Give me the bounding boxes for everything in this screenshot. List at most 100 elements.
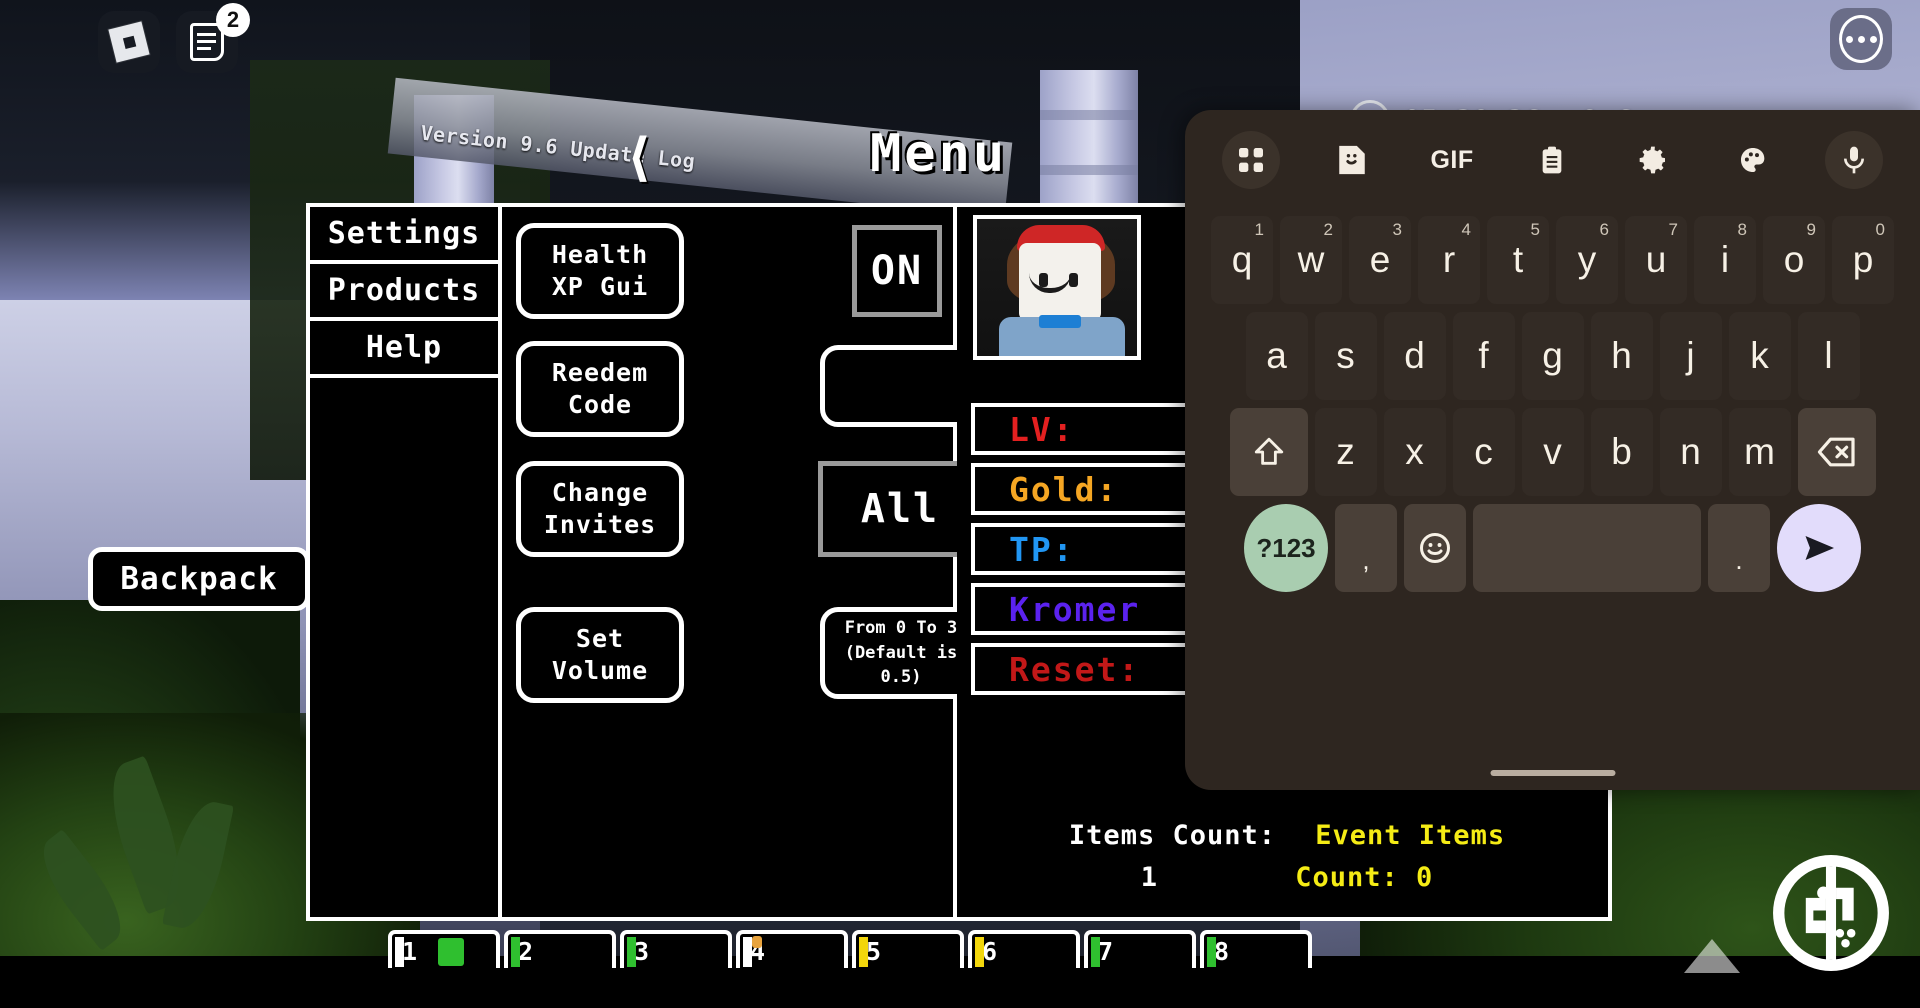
symbols-key[interactable]: ?123: [1244, 504, 1328, 592]
key-o-sup: 9: [1806, 220, 1816, 239]
hotbar-slot[interactable]: 3: [620, 930, 732, 968]
set-volume-label2: Volume: [551, 656, 649, 685]
update-logs-button[interactable]: 2: [176, 3, 250, 73]
key-w[interactable]: w 2: [1280, 216, 1342, 304]
key-f[interactable]: f: [1452, 312, 1515, 400]
key-m[interactable]: m: [1728, 408, 1791, 496]
change-invites-label: Change: [551, 478, 649, 507]
microphone-icon[interactable]: [1824, 131, 1883, 189]
settings-gear-icon[interactable]: [1624, 131, 1682, 189]
key-i[interactable]: i 8: [1694, 216, 1756, 304]
key-d[interactable]: d: [1383, 312, 1446, 400]
avatar: [973, 215, 1141, 360]
key-r[interactable]: r 4: [1418, 216, 1480, 304]
palette-icon[interactable]: [1724, 131, 1782, 189]
hotbar-slot[interactable]: 4: [736, 930, 848, 968]
slot-number: 7: [1098, 936, 1114, 966]
key-p[interactable]: p 0: [1832, 216, 1894, 304]
grid-icon[interactable]: [1222, 131, 1281, 189]
emoji-icon[interactable]: [1404, 504, 1466, 592]
space-key[interactable]: [1473, 504, 1701, 592]
key-g[interactable]: g: [1521, 312, 1584, 400]
redeem-code-label: Reedem: [551, 358, 649, 387]
key-q-sup: 1: [1254, 220, 1264, 239]
health-xp-gui-button[interactable]: Health XP Gui: [516, 223, 684, 319]
keyboard-toolbar: GIF: [1185, 110, 1920, 210]
event-items-label: Event Items: [1315, 820, 1506, 851]
key-k[interactable]: k: [1728, 312, 1791, 400]
key-l[interactable]: l: [1797, 312, 1860, 400]
keyboard-row-1: q 1 w 2 e 3 r 4 t 5 y 6 u 7 i 8 o 9 p 0: [1185, 216, 1920, 304]
key-r-sup: 4: [1461, 220, 1471, 239]
hotbar-slot[interactable]: 7: [1084, 930, 1196, 968]
sticker-icon[interactable]: [1323, 131, 1381, 189]
stat-label-gold: Gold:: [1009, 469, 1119, 509]
jump-button[interactable]: [1684, 939, 1740, 973]
stat-label-tp: TP:: [1009, 529, 1075, 569]
send-icon[interactable]: [1777, 504, 1861, 592]
hotbar: 1 2 3 4 5 6 7 8: [388, 930, 1316, 968]
redeem-code-button[interactable]: Reedem Code: [516, 341, 684, 437]
health-xp-gui-label: Health: [551, 240, 649, 269]
sidebar-item-settings[interactable]: Settings: [310, 207, 498, 264]
key-t-label: t: [1512, 239, 1524, 280]
key-h[interactable]: h: [1590, 312, 1653, 400]
roblox-home-button[interactable]: [98, 11, 160, 73]
hotbar-slot[interactable]: 2: [504, 930, 616, 968]
key-w-label: w: [1297, 239, 1325, 280]
key-s[interactable]: s: [1314, 312, 1377, 400]
key-a[interactable]: a: [1245, 312, 1308, 400]
key-x[interactable]: x: [1383, 408, 1446, 496]
back-chevron-icon[interactable]: ⟨: [624, 128, 655, 188]
key-b[interactable]: b: [1590, 408, 1653, 496]
slot-bar: [859, 937, 868, 967]
slot-item-icon: [438, 938, 464, 966]
hotbar-slot[interactable]: 5: [852, 930, 964, 968]
redeem-code-label2: Code: [567, 390, 633, 419]
backpack-button[interactable]: Backpack: [88, 547, 310, 611]
sidebar-item-help[interactable]: Help: [310, 321, 498, 378]
key-t[interactable]: t 5: [1487, 216, 1549, 304]
key-c[interactable]: c: [1452, 408, 1515, 496]
comma-key[interactable]: ,: [1335, 504, 1397, 592]
hotbar-slot[interactable]: 6: [968, 930, 1080, 968]
health-xp-gui-value[interactable]: ON: [852, 225, 942, 317]
key-j[interactable]: j: [1659, 312, 1722, 400]
change-invites-button[interactable]: Change Invites: [516, 461, 684, 557]
gif-icon[interactable]: GIF: [1423, 131, 1481, 189]
key-v[interactable]: v: [1521, 408, 1584, 496]
sidebar-item-products[interactable]: Products: [310, 264, 498, 321]
redeem-code-input[interactable]: [820, 345, 980, 427]
slot-bar: [975, 937, 984, 967]
period-key[interactable]: .: [1708, 504, 1770, 592]
slot-number: 3: [634, 936, 650, 966]
slot-item-icon: [752, 936, 762, 948]
shift-icon[interactable]: [1229, 408, 1308, 496]
key-q[interactable]: q 1: [1211, 216, 1273, 304]
hotbar-slot[interactable]: 8: [1200, 930, 1312, 968]
key-e-sup: 3: [1392, 220, 1402, 239]
key-u-label: u: [1645, 239, 1667, 280]
slot-bar: [1207, 937, 1216, 967]
slot-number: 6: [982, 936, 998, 966]
keyboard-row-2: a s d f g h j k l: [1185, 312, 1920, 400]
keyboard-drag-handle[interactable]: [1490, 770, 1615, 776]
slot-bar: [743, 937, 752, 967]
key-e[interactable]: e 3: [1349, 216, 1411, 304]
key-p-sup: 0: [1875, 220, 1885, 239]
clipboard-icon[interactable]: [1523, 131, 1581, 189]
key-y[interactable]: y 6: [1556, 216, 1618, 304]
logs-badge-count: 2: [216, 3, 250, 37]
key-u[interactable]: u 7: [1625, 216, 1687, 304]
key-u-sup: 7: [1668, 220, 1678, 239]
backspace-icon[interactable]: [1797, 408, 1876, 496]
hotbar-slot[interactable]: 1: [388, 930, 500, 968]
gg-gamepad-logo-icon[interactable]: [1766, 848, 1896, 978]
key-o[interactable]: o 9: [1763, 216, 1825, 304]
items-count-label: Items Count:: [1068, 820, 1276, 851]
set-volume-button[interactable]: Set Volume: [516, 607, 684, 703]
key-z[interactable]: z: [1314, 408, 1377, 496]
key-n[interactable]: n: [1659, 408, 1722, 496]
more-options-button[interactable]: [1830, 8, 1892, 70]
set-volume-hint-text: From 0 To 3 (Default is 0.5): [844, 618, 958, 688]
